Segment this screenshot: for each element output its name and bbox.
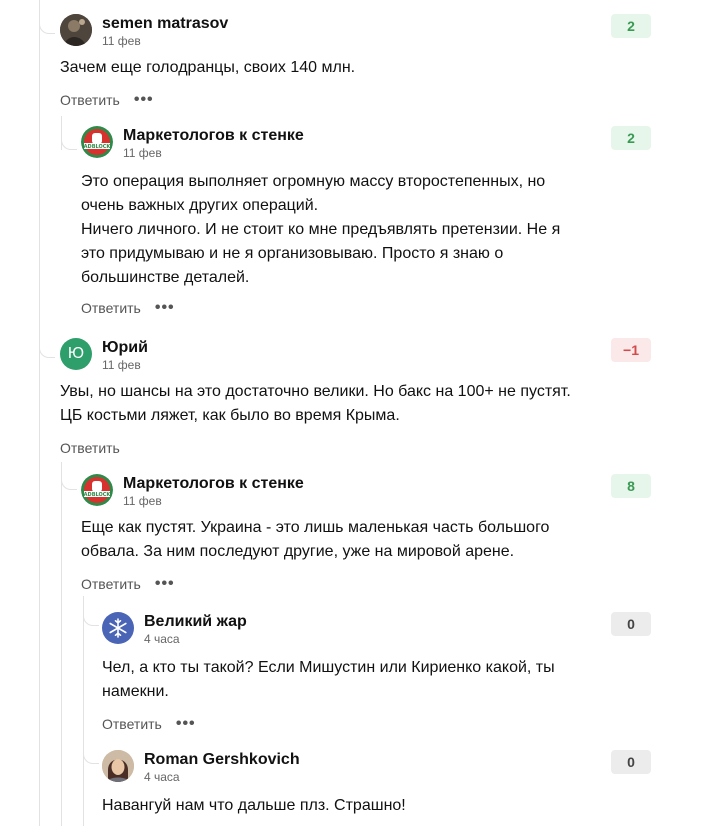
- text-line: Это операция выполняет огромную массу вт…: [81, 173, 546, 190]
- thread-connector: [83, 612, 99, 626]
- text-line: Увы, но шансы на это достаточно велики. …: [60, 383, 571, 400]
- comment-header: Ю Юрий 11 фев −1: [60, 338, 651, 378]
- comment: semen matrasov 11 фев 2 Зачем еще голодр…: [60, 14, 651, 112]
- author-name[interactable]: semen matrasov: [102, 14, 228, 33]
- comment-header: Великий жар 4 часа 0: [102, 612, 651, 652]
- comment-text: Зачем еще голодранцы, своих 140 млн.: [60, 56, 651, 80]
- reply-button[interactable]: Ответить: [81, 576, 141, 592]
- adblock-stop-hand-icon: ADBLOCK: [81, 474, 113, 506]
- comment: Ю Юрий 11 фев −1 Увы, но шансы на это до…: [60, 338, 651, 460]
- comment: Великий жар 4 часа 0 Чел, а кто ты такой…: [102, 612, 651, 736]
- thread-connector: [61, 476, 77, 490]
- comment-header: Roman Gershkovich 4 часа 0: [102, 750, 651, 790]
- thread-connector: [39, 20, 55, 34]
- text-line: Зачем еще голодранцы, своих 140 млн.: [60, 59, 356, 76]
- comment-actions: Ответить •••: [60, 88, 651, 112]
- comment-text: Еще как пустят. Украина - это лишь мален…: [81, 516, 651, 564]
- adblock-logo-text: ADBLOCK: [84, 144, 112, 150]
- author-name[interactable]: Маркетологов к стенке: [123, 126, 304, 145]
- reply-button[interactable]: Ответить: [60, 440, 120, 456]
- avatar[interactable]: [102, 750, 134, 782]
- comment-text: Это операция выполняет огромную массу вт…: [81, 170, 651, 290]
- rating-badge[interactable]: 2: [611, 14, 651, 38]
- rating-badge[interactable]: 8: [611, 474, 651, 498]
- comment: ADBLOCK Маркетологов к стенке 11 фев 8 Е…: [81, 474, 651, 596]
- avatar[interactable]: ADBLOCK: [81, 474, 113, 506]
- text-line: ЦБ костьми ляжет, как было во время Крым…: [60, 407, 400, 424]
- author-name[interactable]: Roman Gershkovich: [144, 750, 300, 769]
- rating-badge[interactable]: −1: [611, 338, 651, 362]
- comment-text: Навангуй нам что дальше плз. Страшно!: [102, 794, 651, 818]
- comment-actions: Ответить •••: [81, 296, 651, 320]
- thread-line-level-0: [39, 0, 40, 826]
- comment-text: Чел, а кто ты такой? Если Мишустин или К…: [102, 656, 651, 704]
- comment-date[interactable]: 11 фев: [102, 358, 141, 372]
- reply-button[interactable]: Ответить: [60, 92, 120, 108]
- comment-actions: Ответить •••: [81, 572, 651, 596]
- comment-actions: Ответить: [60, 436, 651, 460]
- comment-date[interactable]: 11 фев: [102, 34, 141, 48]
- comment-date[interactable]: 11 фев: [123, 146, 162, 160]
- comment-date[interactable]: 4 часа: [144, 770, 180, 784]
- author-name[interactable]: Маркетологов к стенке: [123, 474, 304, 493]
- thread-line-level-2: [83, 596, 84, 826]
- text-line: Чел, а кто ты такой? Если Мишустин или К…: [102, 659, 555, 676]
- comment-header: semen matrasov 11 фев 2: [60, 14, 651, 54]
- comment-header: ADBLOCK Маркетологов к стенке 11 фев 8: [81, 474, 651, 514]
- text-line: Навангуй нам что дальше плз. Страшно!: [102, 797, 406, 814]
- rating-badge[interactable]: 0: [611, 750, 651, 774]
- text-line: намекни.: [102, 683, 169, 700]
- text-line: большинстве деталей.: [81, 269, 250, 286]
- more-options-icon[interactable]: •••: [134, 92, 154, 108]
- text-line: Ничего личного. И не стоит ко мне предъя…: [81, 221, 561, 238]
- author-name[interactable]: Юрий: [102, 338, 148, 357]
- rating-badge[interactable]: 2: [611, 126, 651, 150]
- photo-avatar-icon: [60, 14, 92, 46]
- adblock-stop-hand-icon: ADBLOCK: [81, 126, 113, 158]
- rating-badge[interactable]: 0: [611, 612, 651, 636]
- avatar[interactable]: Ю: [60, 338, 92, 370]
- text-line: обвала. За ним последуют другие, уже на …: [81, 543, 515, 560]
- more-options-icon[interactable]: •••: [176, 716, 196, 732]
- avatar[interactable]: ADBLOCK: [81, 126, 113, 158]
- thread-connector: [83, 750, 99, 764]
- comment-date[interactable]: 4 часа: [144, 632, 180, 646]
- avatar[interactable]: [102, 612, 134, 644]
- more-options-icon[interactable]: •••: [155, 300, 175, 316]
- avatar-letter: Ю: [67, 345, 85, 362]
- comment: Roman Gershkovich 4 часа 0 Навангуй нам …: [102, 750, 651, 818]
- text-line: это придумываю и не я организовываю. Про…: [81, 245, 504, 262]
- more-options-icon[interactable]: •••: [155, 576, 175, 592]
- thread-connector: [61, 136, 77, 150]
- adblock-logo-text: ADBLOCK: [84, 492, 112, 498]
- text-line: Еще как пустят. Украина - это лишь мален…: [81, 519, 550, 536]
- snowflake-icon: [109, 618, 127, 638]
- avatar[interactable]: [60, 14, 92, 46]
- reply-button[interactable]: Ответить: [81, 300, 141, 316]
- photo-avatar-icon: [102, 750, 134, 782]
- comment-text: Увы, но шансы на это достаточно велики. …: [60, 380, 651, 428]
- comment-actions: Ответить •••: [102, 712, 651, 736]
- text-line: очень важных других операций.: [81, 197, 319, 214]
- thread-line-level-1: [61, 462, 62, 826]
- author-name[interactable]: Великий жар: [144, 612, 247, 631]
- comment-date[interactable]: 11 фев: [123, 494, 162, 508]
- reply-button[interactable]: Ответить: [102, 716, 162, 732]
- comment-header: ADBLOCK Маркетологов к стенке 11 фев 2: [81, 126, 651, 166]
- comment: ADBLOCK Маркетологов к стенке 11 фев 2 Э…: [81, 126, 651, 320]
- thread-connector: [39, 344, 55, 358]
